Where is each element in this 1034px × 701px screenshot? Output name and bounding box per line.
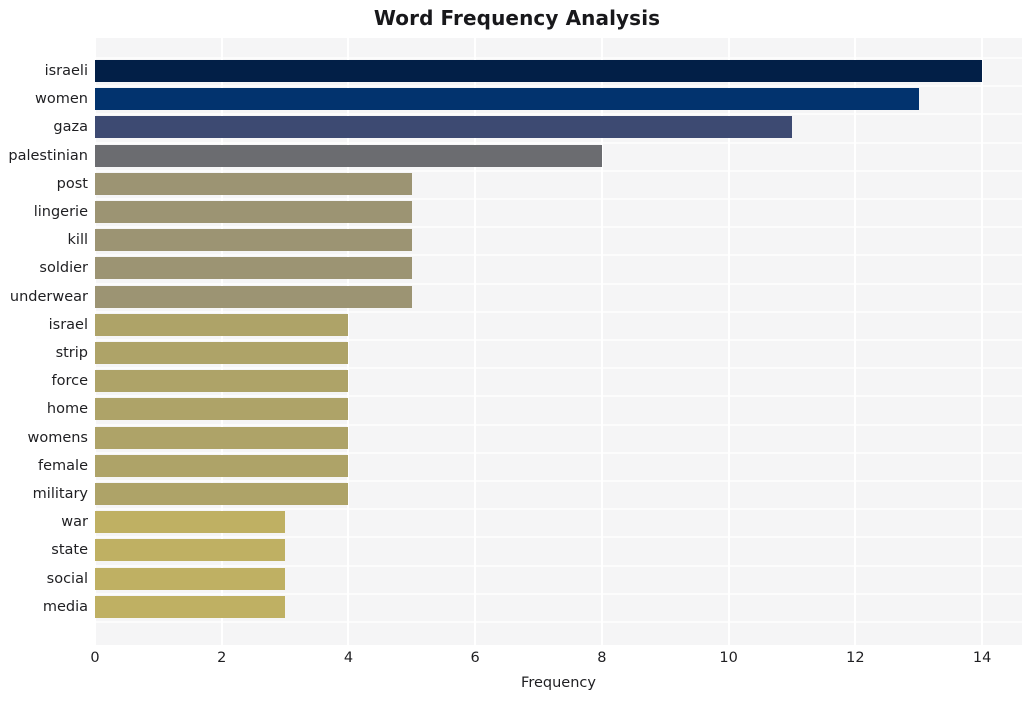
y-tick-label-womens: womens (27, 429, 88, 446)
bar-post (95, 172, 412, 195)
y-tick-label-home: home (46, 401, 88, 418)
gridline-horizontal (95, 85, 1022, 88)
x-tick-label-8: 8 (597, 650, 607, 666)
y-tick-label-women: women (35, 91, 88, 108)
gridline-horizontal (95, 198, 1022, 200)
gridline-horizontal (95, 423, 1022, 426)
gridline-horizontal (95, 339, 1022, 341)
gridline-horizontal (95, 536, 1022, 539)
gridline-horizontal (95, 621, 1022, 623)
gridline-horizontal (95, 395, 1022, 398)
gridline-horizontal (95, 226, 1022, 229)
gridline-horizontal (95, 480, 1022, 482)
x-tick-label-14: 14 (972, 650, 992, 666)
bar-media (95, 595, 286, 618)
x-tick-label-0: 0 (90, 650, 100, 666)
y-tick-label-state: state (51, 542, 88, 559)
y-tick-label-gaza: gaza (53, 119, 88, 136)
y-tick-label-kill: kill (67, 232, 88, 249)
gridline-horizontal (95, 564, 1022, 567)
bar-kill (95, 229, 412, 252)
bar-social (95, 567, 286, 590)
gridline-horizontal (95, 508, 1022, 511)
y-tick-label-media: media (42, 598, 88, 615)
y-tick-label-soldier: soldier (39, 260, 88, 277)
y-tick-label-social: social (46, 570, 88, 587)
y-tick-label-force: force (51, 373, 88, 390)
gridline-horizontal (95, 57, 1022, 59)
plot-area (95, 38, 1022, 645)
gridline-vertical (854, 38, 857, 645)
gridline-horizontal (95, 282, 1022, 285)
bar-state (95, 539, 286, 562)
bar-war (95, 511, 286, 534)
y-tick-label-underwear: underwear (9, 288, 88, 305)
x-tick-label-10: 10 (719, 650, 738, 666)
y-tick-label-israeli: israeli (44, 63, 88, 79)
x-tick-label-4: 4 (343, 650, 354, 666)
gridline-horizontal (95, 169, 1022, 172)
bar-soldier (95, 257, 412, 280)
gridline-horizontal (95, 254, 1022, 257)
y-tick-label-lingerie: lingerie (33, 204, 88, 220)
gridline-horizontal (95, 592, 1022, 595)
chart-title: Word Frequency Analysis (373, 6, 661, 30)
x-axis-tick-labels: 0 2 4 6 8 10 12 14 (0, 650, 1034, 672)
y-tick-label-female: female (38, 457, 88, 474)
bar-underwear (95, 285, 412, 308)
x-tick-label-12: 12 (846, 650, 865, 666)
bar-israel (95, 313, 349, 336)
gridline-horizontal (95, 451, 1022, 454)
x-tick-label-6: 6 (470, 650, 480, 666)
y-tick-label-palestinian: palestinian (8, 147, 88, 164)
bar-female (95, 454, 349, 477)
gridline-horizontal (95, 141, 1022, 144)
x-axis-title: Frequency (521, 675, 596, 691)
bar-womens (95, 426, 349, 449)
bar-strip (95, 342, 349, 364)
y-tick-label-strip: strip (55, 345, 88, 361)
y-tick-label-israel: israel (48, 316, 88, 333)
bar-home (95, 398, 349, 421)
bar-gaza (95, 116, 792, 139)
y-tick-label-post: post (56, 175, 88, 192)
bar-lingerie (95, 201, 412, 223)
y-tick-label-war: war (61, 514, 88, 531)
y-tick-label-military: military (32, 486, 88, 502)
x-tick-label-2: 2 (217, 650, 227, 666)
gridline-horizontal (95, 367, 1022, 370)
word-frequency-bar-chart: Word Frequency Analysis israeli women gaza… (0, 0, 1034, 701)
bar-palestinian (95, 144, 602, 167)
bar-israeli (95, 60, 983, 82)
bar-women (95, 88, 919, 111)
gridline-horizontal (95, 113, 1022, 116)
bar-force (95, 370, 349, 393)
gridline-vertical (981, 38, 984, 645)
bar-military (95, 483, 349, 505)
y-axis-tick-labels: israeli women gaza palestinian post lingerie k… (0, 38, 88, 645)
gridline-horizontal (95, 310, 1022, 313)
